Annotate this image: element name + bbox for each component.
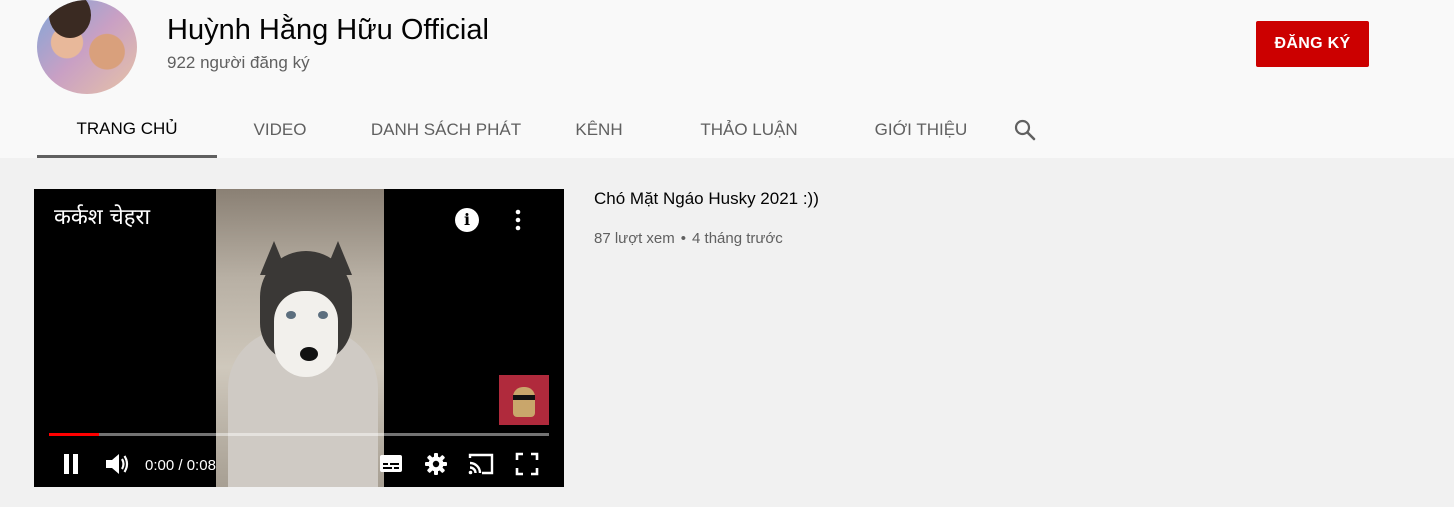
volume-icon[interactable] bbox=[104, 451, 130, 477]
time-total: 0:08 bbox=[186, 457, 216, 474]
sunglasses bbox=[513, 395, 535, 400]
subscriber-count: 922 người đăng ký bbox=[167, 53, 310, 72]
pause-icon[interactable] bbox=[62, 454, 80, 474]
end-screen-thumbnail[interactable] bbox=[499, 375, 549, 425]
video-title[interactable]: Chó Mặt Ngáo Husky 2021 :)) bbox=[594, 189, 819, 209]
time-display: 0:00 / 0:08 bbox=[145, 457, 216, 474]
cast-glyph bbox=[468, 453, 494, 475]
video-player[interactable]: कर्कश चेहरा i 0:00 / 0:08 bbox=[34, 189, 564, 487]
channel-title: Huỳnh Hằng Hữu Official bbox=[167, 14, 489, 46]
channel-header: Huỳnh Hằng Hữu Official 922 người đăng k… bbox=[0, 0, 1454, 158]
view-count: 87 lượt xem bbox=[594, 230, 675, 247]
dog-eye-left bbox=[286, 311, 296, 319]
cat-figure bbox=[513, 387, 535, 417]
upload-age: 4 tháng trước bbox=[692, 230, 783, 247]
fullscreen-glyph bbox=[515, 452, 539, 476]
video-stats: 87 lượt xem • 4 tháng trước bbox=[594, 230, 783, 247]
captions-glyph bbox=[380, 455, 402, 472]
stats-separator: • bbox=[680, 230, 687, 247]
more-vert-glyph bbox=[515, 209, 521, 231]
settings-icon[interactable] bbox=[424, 452, 448, 476]
channel-tabs: TRANG CHỦ VIDEO DANH SÁCH PHÁT KÊNH THẢO… bbox=[37, 102, 1057, 158]
time-current: 0:00 bbox=[145, 457, 175, 474]
cast-icon[interactable] bbox=[467, 452, 495, 476]
info-icon[interactable]: i bbox=[455, 208, 479, 232]
dog-nose bbox=[300, 347, 318, 361]
channel-avatar[interactable] bbox=[37, 0, 137, 94]
settings-glyph bbox=[425, 453, 447, 475]
more-vert-icon[interactable] bbox=[506, 207, 530, 233]
search-icon[interactable] bbox=[993, 102, 1057, 158]
fullscreen-icon[interactable] bbox=[515, 452, 539, 476]
tab-about[interactable]: GIỚI THIỆU bbox=[849, 102, 993, 158]
tab-videos[interactable]: VIDEO bbox=[217, 102, 343, 158]
dog-eye-right bbox=[318, 311, 328, 319]
time-separator: / bbox=[174, 457, 187, 474]
progress-bar[interactable] bbox=[49, 433, 549, 436]
volume-glyph bbox=[106, 454, 129, 474]
tab-playlists[interactable]: DANH SÁCH PHÁT bbox=[343, 102, 549, 158]
player-overlay-title[interactable]: कर्कश चेहरा bbox=[54, 201, 150, 231]
tab-discussion[interactable]: THẢO LUẬN bbox=[649, 102, 849, 158]
captions-icon[interactable] bbox=[380, 455, 402, 472]
subscribe-button[interactable]: ĐĂNG KÝ bbox=[1256, 21, 1369, 67]
dog-face bbox=[274, 291, 338, 377]
tab-channels[interactable]: KÊNH bbox=[549, 102, 649, 158]
video-frame bbox=[216, 189, 384, 487]
search-icon-glyph bbox=[1014, 119, 1036, 141]
avatar-hair bbox=[49, 0, 91, 38]
tab-home[interactable]: TRANG CHỦ bbox=[37, 102, 217, 158]
progress-fill bbox=[49, 433, 99, 436]
